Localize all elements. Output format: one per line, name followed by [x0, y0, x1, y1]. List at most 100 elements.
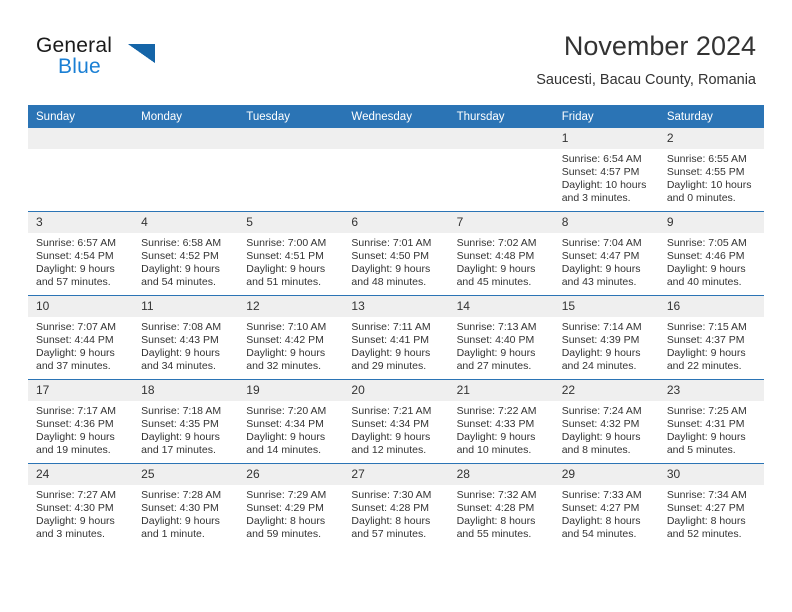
calendar-day-cell[interactable]: 19 Sunrise: 7:20 AM Sunset: 4:34 PM Dayligh…	[238, 379, 344, 464]
weekday-header-thursday: Thursday	[448, 105, 554, 128]
sunrise-text: Sunrise: 7:15 AM	[666, 321, 747, 333]
daylight-text-cont: and 57 minutes.	[351, 527, 427, 540]
page-header: General Blue November 2024 Saucesti, Bac…	[0, 0, 792, 100]
daylight-text: Daylight: 8 hours	[561, 514, 641, 527]
sunrise-text: Sunrise: 7:20 AM	[246, 405, 327, 417]
day-number: 19	[238, 380, 344, 401]
calendar-day-cell[interactable]: 14 Sunrise: 7:13 AM Sunset: 4:40 PM Dayligh…	[448, 295, 554, 380]
daylight-text: Daylight: 9 hours	[561, 262, 641, 275]
calendar-day-cell[interactable]: 3 Sunrise: 6:57 AM Sunset: 4:54 PM Daylight…	[28, 211, 134, 296]
daylight-text-cont: and 55 minutes.	[456, 527, 532, 540]
daylight-text-cont: and 54 minutes.	[141, 275, 216, 288]
sunset-text: Sunset: 4:28 PM	[351, 501, 430, 514]
calendar-day-cell[interactable]: 25 Sunrise: 7:28 AM Sunset: 4:30 PM Dayligh…	[133, 463, 239, 547]
sunrise-text: Sunrise: 6:54 AM	[561, 153, 642, 165]
calendar-day-cell[interactable]: 10 Sunrise: 7:07 AM Sunset: 4:44 PM Dayligh…	[28, 295, 134, 380]
day-number: 12	[238, 296, 344, 317]
calendar-week-row: 10 Sunrise: 7:07 AM Sunset: 4:44 PM Dayligh…	[28, 295, 764, 380]
calendar-table: Sunday Monday Tuesday Wednesday Thursday…	[28, 105, 764, 547]
sunset-text: Sunset: 4:43 PM	[141, 333, 219, 346]
calendar-day-cell[interactable]: 17 Sunrise: 7:17 AM Sunset: 4:36 PM Dayligh…	[28, 379, 134, 464]
calendar-day-cell-empty	[133, 128, 239, 212]
page-title: November 2024	[563, 31, 756, 61]
daylight-text: Daylight: 8 hours	[246, 514, 326, 527]
day-number: 28	[448, 464, 554, 485]
calendar-day-cell[interactable]: 15 Sunrise: 7:14 AM Sunset: 4:39 PM Dayligh…	[553, 295, 659, 380]
day-number: 30	[658, 464, 764, 485]
sunrise-text: Sunrise: 7:01 AM	[351, 237, 432, 249]
calendar-day-cell[interactable]: 26 Sunrise: 7:29 AM Sunset: 4:29 PM Dayligh…	[238, 463, 344, 547]
sunrise-text: Sunrise: 7:18 AM	[141, 405, 222, 417]
calendar-day-cell[interactable]: 21 Sunrise: 7:22 AM Sunset: 4:33 PM Dayligh…	[448, 379, 554, 464]
day-number: 26	[238, 464, 344, 485]
sunrise-text: Sunrise: 7:22 AM	[456, 405, 537, 417]
calendar-day-cell[interactable]: 30 Sunrise: 7:34 AM Sunset: 4:27 PM Dayligh…	[658, 463, 764, 547]
calendar-day-cell[interactable]: 23 Sunrise: 7:25 AM Sunset: 4:31 PM Dayligh…	[658, 379, 764, 464]
weekday-header-friday: Friday	[553, 105, 659, 128]
daylight-text-cont: and 40 minutes.	[666, 275, 742, 288]
calendar-day-cell[interactable]: 29 Sunrise: 7:33 AM Sunset: 4:27 PM Dayligh…	[553, 463, 659, 547]
day-number: 29	[553, 464, 659, 485]
daylight-text: Daylight: 9 hours	[36, 514, 115, 527]
calendar-day-cell[interactable]: 18 Sunrise: 7:18 AM Sunset: 4:35 PM Dayligh…	[133, 379, 239, 464]
daylight-text: Daylight: 9 hours	[246, 430, 326, 443]
day-number: 25	[133, 464, 239, 485]
day-detail-lines: Sunrise: 7:08 AM Sunset: 4:43 PM Daylight:…	[133, 317, 238, 373]
daylight-text: Daylight: 9 hours	[456, 430, 536, 443]
calendar-day-cell[interactable]: 4 Sunrise: 6:58 AM Sunset: 4:52 PM Daylight…	[133, 211, 239, 296]
day-detail-lines: Sunrise: 7:15 AM Sunset: 4:37 PM Daylight:…	[659, 317, 764, 373]
daylight-text-cont: and 52 minutes.	[666, 527, 742, 540]
daylight-text: Daylight: 9 hours	[36, 430, 115, 443]
day-detail-lines: Sunrise: 7:14 AM Sunset: 4:39 PM Daylight:…	[554, 317, 659, 373]
daylight-text: Daylight: 9 hours	[36, 346, 115, 359]
sunset-text: Sunset: 4:39 PM	[561, 333, 640, 346]
triangle-flag-icon	[128, 44, 155, 63]
sunrise-text: Sunrise: 7:32 AM	[456, 489, 537, 501]
calendar-day-cell[interactable]: 13 Sunrise: 7:11 AM Sunset: 4:41 PM Dayligh…	[343, 295, 449, 380]
sunrise-text: Sunrise: 7:11 AM	[351, 321, 431, 333]
calendar-day-cell[interactable]: 20 Sunrise: 7:21 AM Sunset: 4:34 PM Dayligh…	[343, 379, 449, 464]
daylight-text-cont: and 8 minutes.	[561, 443, 631, 456]
daylight-text: Daylight: 8 hours	[351, 514, 431, 527]
day-number: 22	[553, 380, 659, 401]
calendar-day-cell[interactable]: 5 Sunrise: 7:00 AM Sunset: 4:51 PM Daylight…	[238, 211, 344, 296]
calendar-day-cell[interactable]: 24 Sunrise: 7:27 AM Sunset: 4:30 PM Dayligh…	[28, 463, 134, 547]
day-detail-lines: Sunrise: 7:29 AM Sunset: 4:29 PM Daylight:…	[238, 485, 343, 541]
sunrise-text: Sunrise: 7:10 AM	[246, 321, 327, 333]
calendar-day-cell-empty	[28, 128, 134, 212]
calendar-day-cell[interactable]: 9 Sunrise: 7:05 AM Sunset: 4:46 PM Daylight…	[658, 211, 764, 296]
day-detail-lines: Sunrise: 7:24 AM Sunset: 4:32 PM Daylight:…	[554, 401, 659, 457]
brand-logo[interactable]: General Blue	[36, 34, 256, 88]
daylight-text-cont: and 51 minutes.	[246, 275, 321, 288]
day-detail-lines: Sunrise: 7:33 AM Sunset: 4:27 PM Daylight:…	[554, 485, 659, 541]
calendar-day-cell[interactable]: 12 Sunrise: 7:10 AM Sunset: 4:42 PM Dayligh…	[238, 295, 344, 380]
sunrise-text: Sunrise: 7:14 AM	[561, 321, 642, 333]
day-number	[343, 128, 449, 149]
sunrise-text: Sunrise: 7:30 AM	[351, 489, 432, 501]
day-number: 14	[448, 296, 554, 317]
calendar-day-cell[interactable]: 8 Sunrise: 7:04 AM Sunset: 4:47 PM Daylight…	[553, 211, 659, 296]
daylight-text: Daylight: 9 hours	[666, 346, 746, 359]
calendar-day-cell[interactable]: 16 Sunrise: 7:15 AM Sunset: 4:37 PM Dayligh…	[658, 295, 764, 380]
day-number: 18	[133, 380, 239, 401]
daylight-text-cont: and 17 minutes.	[141, 443, 216, 456]
daylight-text-cont: and 32 minutes.	[246, 359, 321, 372]
daylight-text-cont: and 59 minutes.	[246, 527, 321, 540]
calendar-day-cell[interactable]: 6 Sunrise: 7:01 AM Sunset: 4:50 PM Daylight…	[343, 211, 449, 296]
daylight-text-cont: and 27 minutes.	[456, 359, 532, 372]
day-detail-lines: Sunrise: 7:32 AM Sunset: 4:28 PM Daylight:…	[449, 485, 554, 541]
sunset-text: Sunset: 4:27 PM	[666, 501, 745, 514]
calendar-day-cell[interactable]: 11 Sunrise: 7:08 AM Sunset: 4:43 PM Dayligh…	[133, 295, 239, 380]
sunset-text: Sunset: 4:51 PM	[246, 249, 324, 262]
day-detail-lines: Sunrise: 7:11 AM Sunset: 4:41 PM Daylight:…	[343, 317, 448, 373]
calendar-day-cell[interactable]: 28 Sunrise: 7:32 AM Sunset: 4:28 PM Dayligh…	[448, 463, 554, 547]
calendar-day-cell[interactable]: 22 Sunrise: 7:24 AM Sunset: 4:32 PM Dayligh…	[553, 379, 659, 464]
sunset-text: Sunset: 4:50 PM	[351, 249, 430, 262]
calendar-day-cell[interactable]: 7 Sunrise: 7:02 AM Sunset: 4:48 PM Daylight…	[448, 211, 554, 296]
calendar-day-cell[interactable]: 1 Sunrise: 6:54 AM Sunset: 4:57 PM Daylight…	[553, 128, 659, 212]
sunset-text: Sunset: 4:41 PM	[351, 333, 430, 346]
calendar-day-cell[interactable]: 2 Sunrise: 6:55 AM Sunset: 4:55 PM Daylight…	[658, 128, 764, 212]
weekday-header-saturday: Saturday	[658, 105, 764, 128]
calendar-day-cell[interactable]: 27 Sunrise: 7:30 AM Sunset: 4:28 PM Dayligh…	[343, 463, 449, 547]
daylight-text-cont: and 12 minutes.	[351, 443, 427, 456]
